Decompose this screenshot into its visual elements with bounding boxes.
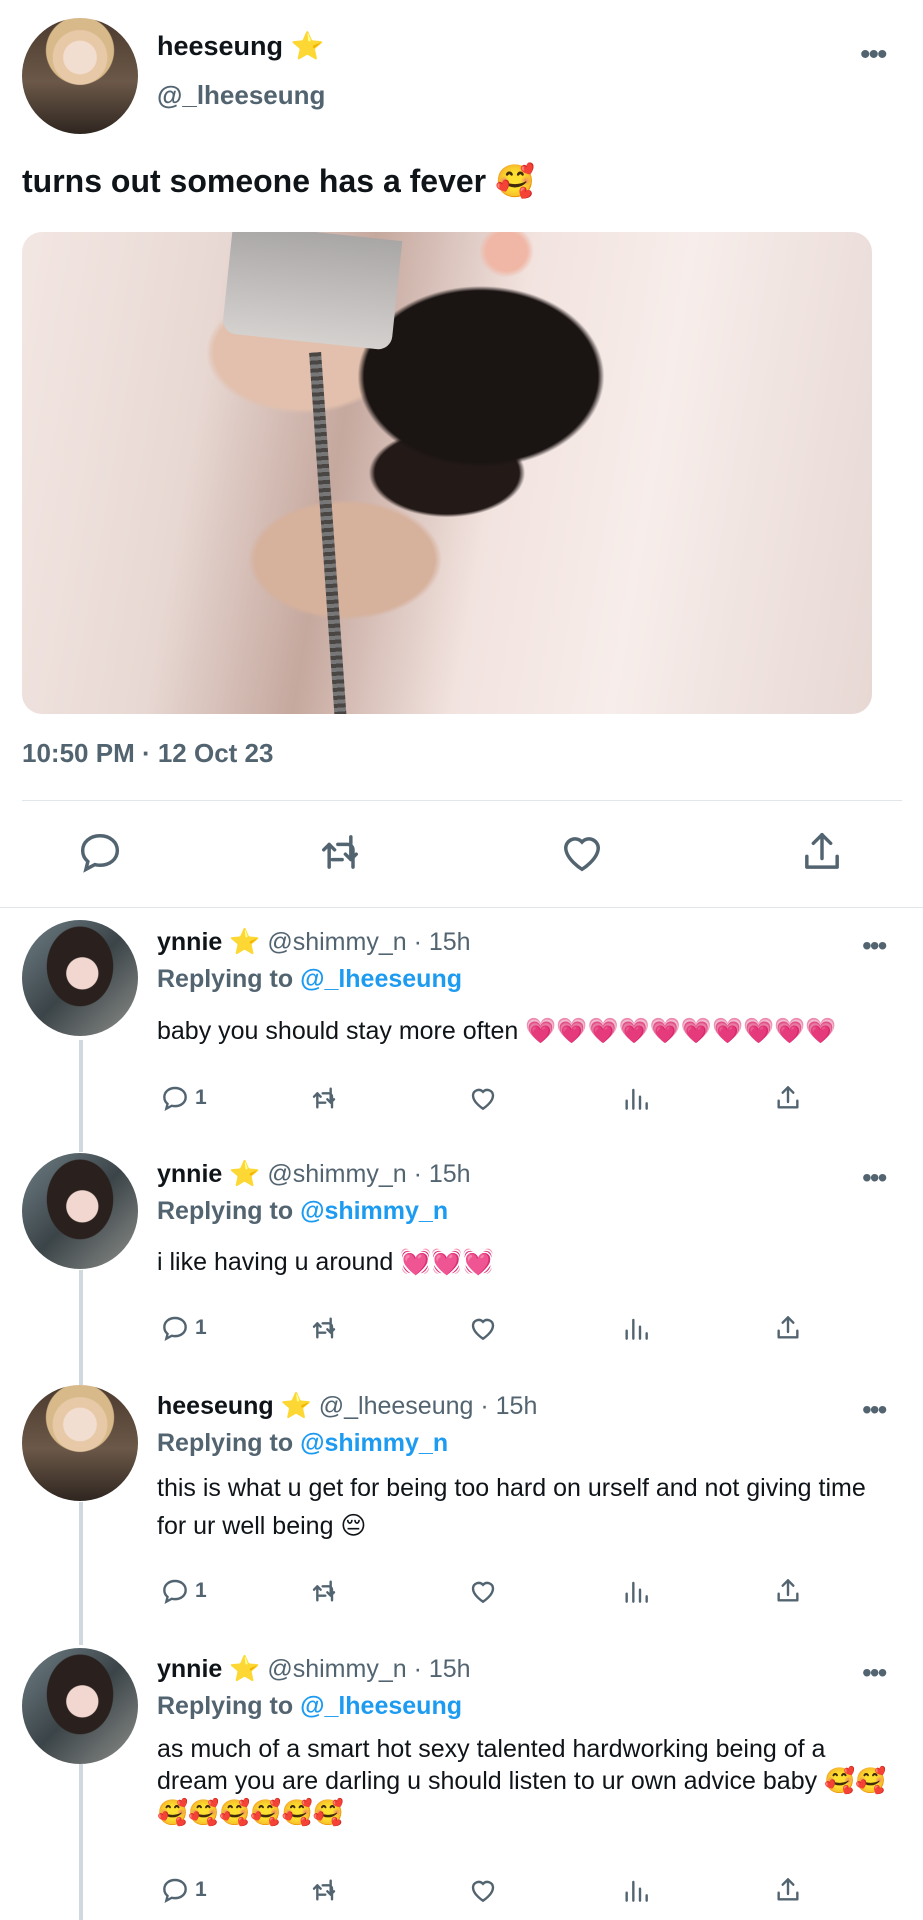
reply-icon xyxy=(163,1878,187,1904)
replying-label: Replying to xyxy=(157,1197,294,1225)
views-icon[interactable] xyxy=(620,1872,652,1908)
tweet-photo[interactable] xyxy=(22,232,872,714)
reply-count: 1 xyxy=(195,1316,207,1339)
replying-mention[interactable]: @_lheeseung xyxy=(300,965,462,993)
star-icon: ⭐ xyxy=(229,928,261,956)
reply-handle-time[interactable]: @shimmy_n · 15h xyxy=(267,928,470,956)
reply-count: 1 xyxy=(195,1878,207,1901)
replying-mention[interactable]: @_lheeseung xyxy=(300,1692,462,1720)
tweet-timestamp[interactable]: 10:50 PM · 12 Oct 23 xyxy=(22,738,273,769)
like-icon[interactable] xyxy=(467,1872,499,1908)
reply-text: as much of a smart hot sexy talented har… xyxy=(157,1735,887,1827)
like-icon[interactable] xyxy=(467,1573,499,1609)
divider xyxy=(22,800,902,801)
reply-header: ynnie ⭐ @shimmy_n · 15h xyxy=(157,1160,471,1189)
share-icon[interactable] xyxy=(796,826,848,878)
more-options-icon[interactable]: ••• xyxy=(862,930,887,962)
more-options-icon[interactable]: ••• xyxy=(862,1657,887,1689)
reply-text: i like having u around 💓💓💓 xyxy=(157,1248,494,1276)
reply-handle-time[interactable]: @_lheeseung · 15h xyxy=(319,1392,538,1420)
reply-author-name[interactable]: ynnie xyxy=(157,1160,222,1188)
share-icon[interactable] xyxy=(772,1573,804,1609)
retweet-icon[interactable] xyxy=(308,1310,340,1346)
more-options-icon[interactable]: ••• xyxy=(862,1394,887,1426)
share-icon[interactable] xyxy=(772,1310,804,1346)
thread-connector xyxy=(79,1502,83,1645)
star-icon: ⭐ xyxy=(290,31,325,61)
camera-shape xyxy=(221,232,403,351)
reply-avatar[interactable] xyxy=(22,1385,138,1501)
share-icon[interactable] xyxy=(772,1872,804,1908)
like-icon[interactable] xyxy=(556,826,608,878)
reply-button[interactable]: 1 xyxy=(159,1872,207,1908)
like-icon[interactable] xyxy=(467,1310,499,1346)
author-name-text: heeseung xyxy=(157,31,284,61)
more-options-icon[interactable]: ••• xyxy=(862,1162,887,1194)
star-icon: ⭐ xyxy=(229,1160,261,1188)
reply-button[interactable]: 1 xyxy=(159,1573,207,1609)
reply-handle-time[interactable]: @shimmy_n · 15h xyxy=(267,1655,470,1683)
views-icon[interactable] xyxy=(620,1310,652,1346)
reply-avatar[interactable] xyxy=(22,1648,138,1764)
reply-icon xyxy=(163,1316,187,1342)
replying-to: Replying to @shimmy_n xyxy=(157,1197,448,1226)
reply-text: baby you should stay more often 💗💗💗💗💗💗💗💗… xyxy=(157,1017,837,1045)
replying-label: Replying to xyxy=(157,965,294,993)
replying-mention[interactable]: @shimmy_n xyxy=(300,1429,448,1457)
reply-handle-time[interactable]: @shimmy_n · 15h xyxy=(267,1160,470,1188)
replying-mention[interactable]: @shimmy_n xyxy=(300,1197,448,1225)
reply-author-name[interactable]: heeseung xyxy=(157,1392,274,1420)
divider xyxy=(0,907,923,908)
author-handle[interactable]: @_lheeseung xyxy=(157,80,325,111)
reply-header: ynnie ⭐ @shimmy_n · 15h xyxy=(157,928,471,957)
reply-avatar[interactable] xyxy=(22,920,138,1036)
thread-connector xyxy=(79,1270,83,1385)
thread-connector xyxy=(79,1764,83,1920)
strap-shape xyxy=(309,352,347,714)
reply-header: ynnie ⭐ @shimmy_n · 15h xyxy=(157,1655,471,1684)
reply-avatar[interactable] xyxy=(22,1153,138,1269)
reply-icon xyxy=(163,1579,187,1605)
star-icon: ⭐ xyxy=(280,1392,312,1420)
views-icon[interactable] xyxy=(620,1080,652,1116)
share-icon[interactable] xyxy=(772,1080,804,1116)
reply-icon[interactable] xyxy=(74,826,126,878)
thread-connector xyxy=(79,1040,83,1152)
reply-author-name[interactable]: ynnie xyxy=(157,1655,222,1683)
replying-label: Replying to xyxy=(157,1692,294,1720)
retweet-icon[interactable] xyxy=(314,826,366,878)
retweet-icon[interactable] xyxy=(308,1080,340,1116)
like-icon[interactable] xyxy=(467,1080,499,1116)
replying-label: Replying to xyxy=(157,1429,294,1457)
reply-count: 1 xyxy=(195,1579,207,1602)
retweet-icon[interactable] xyxy=(308,1573,340,1609)
retweet-icon[interactable] xyxy=(308,1872,340,1908)
reply-button[interactable]: 1 xyxy=(159,1310,207,1346)
reply-author-name[interactable]: ynnie xyxy=(157,928,222,956)
tweet-text: turns out someone has a fever 🥰 xyxy=(22,163,535,199)
more-options-icon[interactable]: ••• xyxy=(860,38,887,72)
author-avatar[interactable] xyxy=(22,18,138,134)
replying-to: Replying to @_lheeseung xyxy=(157,965,462,994)
star-icon: ⭐ xyxy=(229,1655,261,1683)
author-name[interactable]: heeseung ⭐ xyxy=(157,30,324,62)
views-icon[interactable] xyxy=(620,1573,652,1609)
replying-to: Replying to @shimmy_n xyxy=(157,1429,448,1458)
replying-to: Replying to @_lheeseung xyxy=(157,1692,462,1721)
reply-count: 1 xyxy=(195,1086,207,1109)
reply-header: heeseung ⭐ @_lheeseung · 15h xyxy=(157,1392,537,1421)
reply-text: this is what u get for being too hard on… xyxy=(157,1474,866,1540)
reply-icon xyxy=(163,1086,187,1112)
reply-button[interactable]: 1 xyxy=(159,1080,207,1116)
